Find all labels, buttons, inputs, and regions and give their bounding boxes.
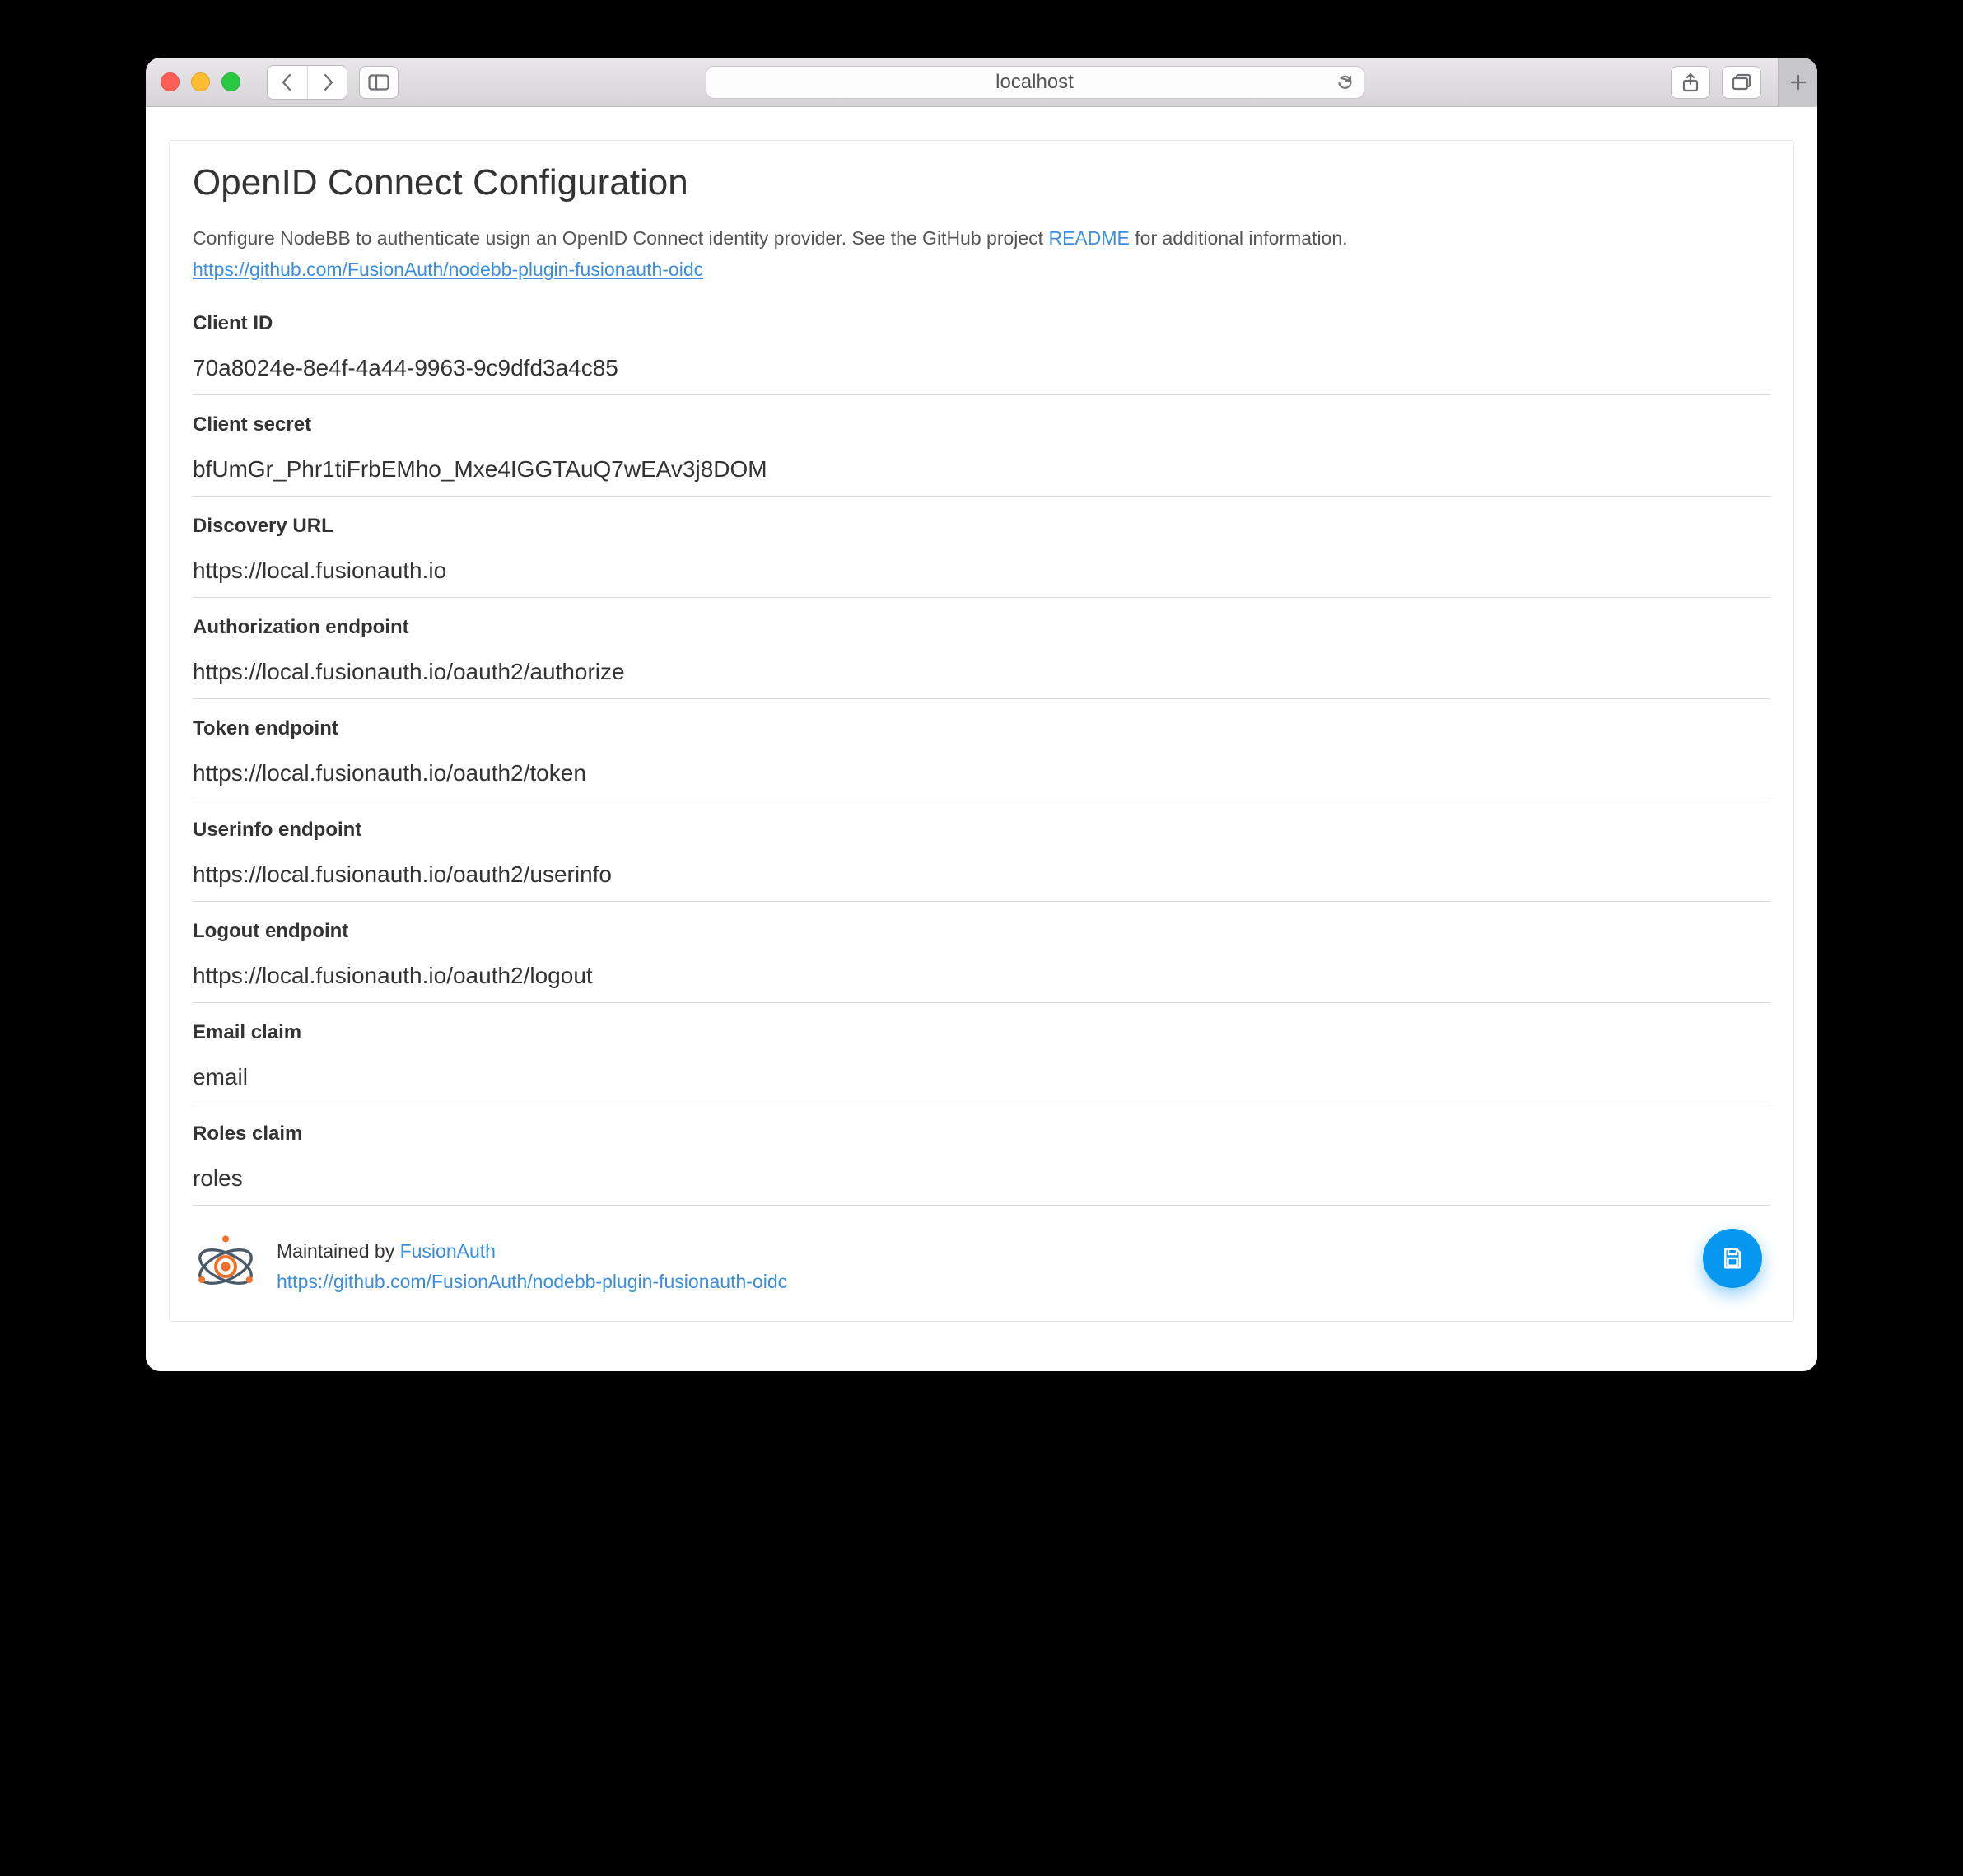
save-button[interactable] [1703, 1229, 1762, 1288]
discovery-url-label: Discovery URL [193, 515, 1770, 538]
fullscreen-window-button[interactable] [221, 72, 240, 91]
maintained-by: Maintained by FusionAuth [277, 1240, 787, 1262]
roles-claim-input[interactable] [193, 1157, 1770, 1206]
back-button[interactable] [268, 66, 307, 99]
page-title: OpenID Connect Configuration [193, 162, 1770, 203]
email-claim-label: Email claim [193, 1021, 1770, 1044]
nav-back-forward [267, 65, 347, 100]
minimize-window-button[interactable] [191, 72, 210, 91]
logout-endpoint-input[interactable] [193, 954, 1770, 1003]
discovery-url-input[interactable] [193, 549, 1770, 598]
show-tabs-button[interactable] [1722, 66, 1761, 99]
maintained-by-text: Maintained by [277, 1240, 400, 1262]
userinfo-endpoint-input[interactable] [193, 853, 1770, 902]
reload-icon[interactable] [1336, 73, 1354, 91]
client-id-label: Client ID [193, 312, 1770, 335]
intro-repo-link[interactable]: https://github.com/FusionAuth/nodebb-plu… [170, 259, 1793, 291]
intro-text: Configure NodeBB to authenticate usign a… [170, 210, 1793, 259]
maintained-by-link[interactable]: FusionAuth [400, 1240, 496, 1262]
fusionauth-logo-icon [193, 1234, 259, 1300]
page: OpenID Connect Configuration Configure N… [146, 107, 1817, 1371]
roles-claim-label: Roles claim [193, 1122, 1770, 1146]
share-button[interactable] [1671, 66, 1710, 99]
footer-repo-link[interactable]: https://github.com/FusionAuth/nodebb-plu… [277, 1271, 787, 1293]
close-window-button[interactable] [161, 72, 180, 91]
sidebar-toggle-button[interactable] [359, 66, 399, 99]
token-endpoint-label: Token endpoint [193, 717, 1770, 740]
email-claim-input[interactable] [193, 1056, 1770, 1104]
intro-before: Configure NodeBB to authenticate usign a… [193, 227, 1048, 249]
intro-after: for additional information. [1130, 227, 1348, 249]
card-footer: Maintained by FusionAuth https://github.… [170, 1206, 1793, 1300]
readme-link[interactable]: README [1048, 227, 1129, 249]
titlebar: localhost [146, 58, 1817, 107]
token-endpoint-input[interactable] [193, 752, 1770, 800]
config-form: Client ID Client secret Discovery URL Au… [170, 291, 1793, 1206]
client-id-input[interactable] [193, 347, 1770, 395]
authorization-endpoint-input[interactable] [193, 651, 1770, 699]
authorization-endpoint-label: Authorization endpoint [193, 616, 1770, 639]
address-bar[interactable]: localhost [706, 66, 1364, 99]
toolbar-right [1671, 66, 1761, 99]
new-tab-button[interactable] [1778, 58, 1817, 107]
window-controls [161, 72, 240, 91]
logout-endpoint-label: Logout endpoint [193, 920, 1770, 943]
client-secret-input[interactable] [193, 448, 1770, 497]
forward-button[interactable] [307, 66, 347, 99]
save-icon [1720, 1246, 1745, 1271]
address-text: localhost [995, 71, 1074, 94]
client-secret-label: Client secret [193, 413, 1770, 436]
config-card: OpenID Connect Configuration Configure N… [169, 140, 1794, 1322]
browser-window: localhost OpenID Connect Configuration C… [146, 58, 1817, 1371]
userinfo-endpoint-label: Userinfo endpoint [193, 819, 1770, 842]
